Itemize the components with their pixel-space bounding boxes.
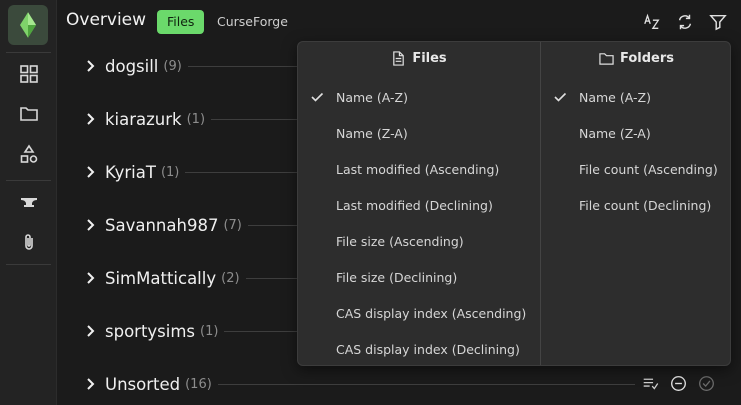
sort-option-label: Name (A-Z) (336, 89, 408, 105)
file-count: (16) (185, 376, 212, 392)
folders-sort-column: Folders Name (A-Z) Name (Z-A) File count… (540, 42, 732, 365)
row-divider (217, 383, 635, 385)
check-circle-icon (698, 375, 714, 391)
folder-name: KyriaT (105, 162, 156, 182)
tab-files[interactable]: Files (157, 10, 205, 34)
sort-option[interactable]: File count (Ascending) (541, 154, 732, 184)
sort-option[interactable]: Name (A-Z) (541, 82, 732, 112)
folders-heading-label: Folders (619, 51, 674, 66)
sort-option[interactable]: File count (Declining) (541, 190, 732, 220)
anvil-icon (20, 198, 37, 207)
sort-list-button[interactable] (638, 372, 662, 394)
confirm-button[interactable] (694, 372, 718, 394)
sort-option[interactable]: File size (Declining) (298, 262, 540, 292)
sidebar-item-categories[interactable] (0, 137, 57, 171)
page-title: Overview (66, 10, 147, 30)
row-actions (638, 372, 718, 394)
shapes-icon (20, 144, 37, 163)
file-count: (1) (160, 164, 180, 180)
sidebar-divider (6, 180, 51, 181)
refresh-button[interactable] (673, 10, 697, 34)
sort-option-label: Name (Z-A) (579, 125, 651, 141)
paperclip-icon (24, 234, 33, 250)
sort-option-label: Last modified (Declining) (336, 197, 493, 213)
sort-option-label: File size (Declining) (336, 269, 458, 285)
minus-circle-icon (670, 375, 686, 391)
file-icon (393, 51, 405, 66)
sort-option-label: Name (Z-A) (336, 125, 408, 141)
sort-menu: Files Name (A-Z) Name (Z-A) Last modifie… (297, 41, 731, 366)
check-icon (554, 92, 567, 102)
folder-icon (19, 107, 38, 121)
folder-name: sportysims (105, 321, 196, 341)
sort-option-label: CAS display index (Declining) (336, 341, 520, 357)
sort-option[interactable]: Name (Z-A) (298, 118, 540, 148)
filter-icon (709, 14, 727, 31)
sidebar-item-tools[interactable] (0, 185, 57, 219)
chevron-right-icon[interactable] (80, 373, 102, 395)
plumbob-icon (20, 12, 36, 38)
sort-option-label: File size (Ascending) (336, 233, 464, 249)
chevron-right-icon[interactable] (80, 161, 102, 183)
chevron-right-icon[interactable] (80, 214, 102, 236)
chevron-right-icon[interactable] (80, 267, 102, 289)
folder-icon (599, 53, 614, 65)
file-count: (1) (186, 111, 206, 127)
exclude-button[interactable] (666, 372, 690, 394)
folder-name: kiarazurk (105, 109, 182, 129)
sort-option-label: Last modified (Ascending) (336, 161, 500, 177)
folder-name: dogsill (105, 56, 159, 76)
chevron-right-icon[interactable] (80, 320, 102, 342)
folders-heading: Folders (541, 51, 732, 66)
refresh-icon (678, 14, 692, 30)
sort-option[interactable]: Name (Z-A) (541, 118, 732, 148)
sort-option-label: File count (Declining) (579, 197, 712, 213)
sidebar (0, 0, 57, 405)
files-heading: Files (298, 51, 540, 66)
sort-button[interactable] (640, 10, 664, 34)
sort-option[interactable]: CAS display index (Declining) (298, 334, 540, 364)
sidebar-item-overview[interactable] (0, 57, 57, 91)
check-icon (311, 92, 324, 102)
sort-option[interactable]: Last modified (Ascending) (298, 154, 540, 184)
sort-option[interactable]: File size (Ascending) (298, 226, 540, 256)
file-count: (9) (163, 58, 182, 74)
tab-curseforge[interactable]: CurseForge (207, 10, 298, 34)
chevron-right-icon[interactable] (80, 55, 102, 77)
sort-az-icon (644, 13, 660, 29)
plumbob-logo[interactable] (8, 5, 48, 45)
sort-option[interactable]: Name (A-Z) (298, 82, 540, 112)
dashboard-icon (19, 65, 38, 83)
sort-option[interactable]: CAS display index (Ascending) (298, 298, 540, 328)
sort-option[interactable]: Last modified (Declining) (298, 190, 540, 220)
sort-option-label: CAS display index (Ascending) (336, 305, 527, 321)
sidebar-divider (6, 52, 51, 53)
file-count: (7) (223, 217, 242, 233)
sidebar-divider (6, 264, 51, 265)
folder-name: Unsorted (105, 374, 181, 394)
file-count: (1) (200, 323, 219, 339)
folder-name: Savannah987 (105, 215, 219, 235)
sort-option-label: Name (A-Z) (579, 89, 651, 105)
sort-list-icon (643, 378, 658, 390)
files-sort-column: Files Name (A-Z) Name (Z-A) Last modifie… (298, 42, 540, 365)
sidebar-item-folders[interactable] (0, 97, 57, 131)
sidebar-item-attachments[interactable] (0, 225, 57, 259)
files-heading-label: Files (412, 51, 447, 66)
filter-button[interactable] (706, 10, 730, 34)
sort-option-label: File count (Ascending) (579, 161, 718, 177)
folder-name: SimMattically (105, 268, 217, 288)
file-count: (2) (221, 270, 240, 286)
chevron-right-icon[interactable] (80, 108, 102, 130)
tree-row[interactable]: Unsorted (16) (80, 369, 635, 399)
